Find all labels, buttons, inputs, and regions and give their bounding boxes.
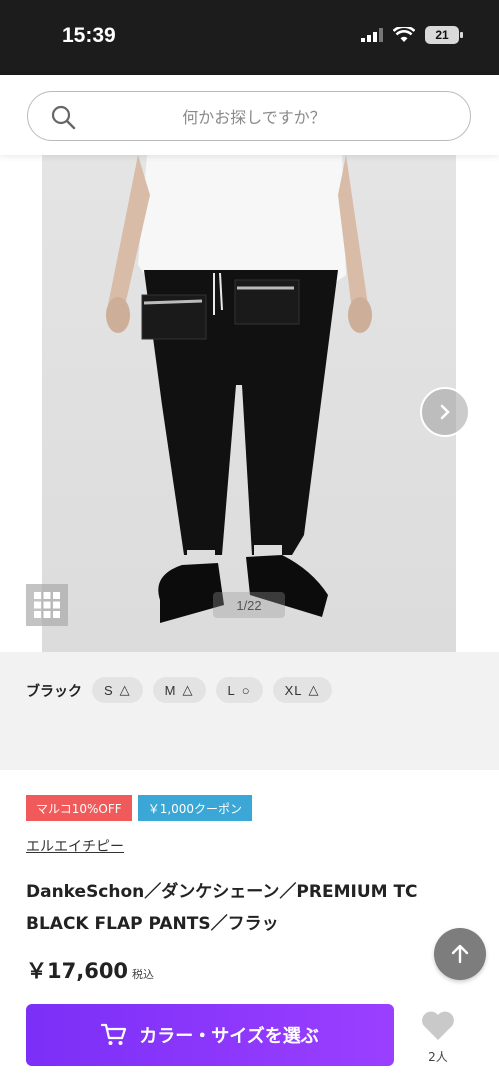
product-photo	[106, 155, 372, 623]
coupon-badge[interactable]: ￥1,000クーポン	[137, 795, 253, 821]
size-label: XL	[284, 682, 303, 698]
search-icon	[51, 105, 76, 130]
size-chip-m[interactable]: M △	[152, 677, 206, 703]
size-list: S △ M △ L ○ XL △	[92, 677, 332, 703]
size-label: M	[164, 682, 177, 698]
heart-icon	[422, 1011, 454, 1040]
scroll-top-button[interactable]	[434, 928, 486, 980]
stock-indicator: ○	[241, 682, 251, 698]
select-color-size-button[interactable]: カラー・サイズを選ぶ	[26, 1004, 394, 1066]
chevron-right-icon	[440, 404, 450, 420]
price: ￥17,600 税込	[26, 955, 154, 985]
favorite-count: 2人	[428, 1050, 448, 1064]
next-image-button[interactable]	[420, 387, 470, 437]
size-label: L	[227, 682, 236, 698]
status-icons: 21	[361, 26, 463, 44]
battery-icon: 21	[425, 26, 463, 44]
signal-icon	[361, 28, 383, 42]
grid-icon	[34, 592, 60, 618]
stock-indicator: △	[308, 682, 320, 697]
stock-indicator: △	[119, 682, 131, 697]
status-bar: 15:39 21	[0, 0, 499, 75]
size-chip-l[interactable]: L ○	[215, 677, 263, 703]
grid-view-button[interactable]	[26, 584, 68, 626]
buy-button-label: カラー・サイズを選ぶ	[139, 1026, 319, 1047]
wifi-icon	[393, 27, 415, 42]
search-header: 何かお探しですか？	[0, 75, 499, 155]
brand-link[interactable]: エルエイチピー	[26, 836, 124, 856]
discount-badge: マルコ10%OFF	[26, 795, 132, 821]
color-label: ブラック	[26, 684, 82, 700]
badge-list: マルコ10%OFF ￥1,000クーポン	[26, 795, 253, 821]
stock-indicator: △	[182, 682, 194, 697]
size-chip-xl[interactable]: XL △	[272, 677, 332, 703]
size-label: S	[104, 682, 114, 698]
variant-section: ブラック S △ M △ L ○ XL △	[0, 652, 499, 770]
status-time: 15:39	[62, 24, 116, 47]
arrow-up-icon	[451, 944, 469, 964]
search-input[interactable]: 何かお探しですか？	[27, 91, 471, 141]
image-counter: 1/22	[213, 592, 285, 618]
cart-icon	[101, 1023, 127, 1045]
product-image[interactable]	[42, 155, 456, 652]
size-chip-s[interactable]: S △	[92, 677, 143, 703]
favorite-button[interactable]: 2人	[418, 1010, 458, 1065]
price-value: ￥17,600	[26, 959, 129, 983]
price-tax-label: 税込	[132, 968, 155, 981]
search-placeholder: 何かお探しですか？	[182, 108, 326, 127]
product-title: DankeSchon／ダンケシェーン／PREMIUM TC BLACK FLAP…	[26, 882, 418, 934]
